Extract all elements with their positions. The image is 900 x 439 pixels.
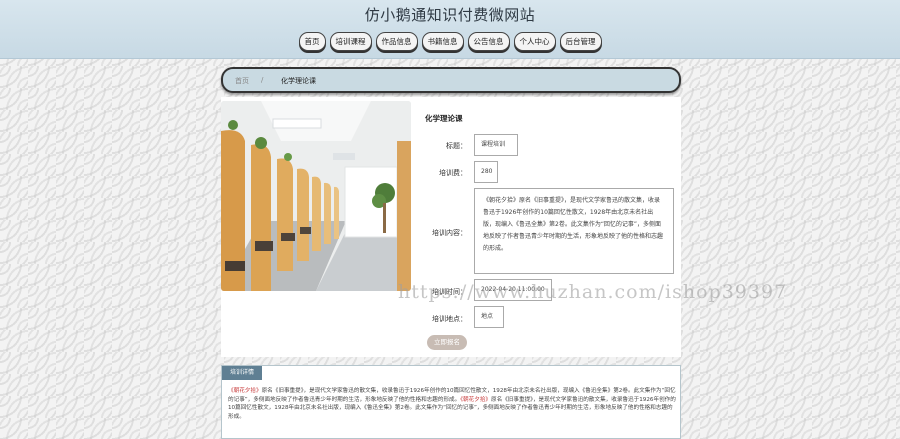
detail-accent-1: 《朝花夕拾》 bbox=[228, 388, 262, 394]
breadcrumb-current: 化学理论课 bbox=[281, 77, 316, 85]
fee-label: 培训费： bbox=[439, 169, 467, 177]
breadcrumb-separator: / bbox=[261, 76, 264, 84]
site-header: 仿小鹅通知识付费微网站 首页 培训课程 作品信息 书籍信息 公告信息 个人中心 … bbox=[0, 0, 900, 59]
nav-courses[interactable]: 培训课程 bbox=[329, 32, 372, 51]
nav-home[interactable]: 首页 bbox=[298, 32, 326, 51]
study-room-illustration bbox=[221, 101, 411, 291]
title-label: 标题： bbox=[446, 142, 467, 150]
nav-admin[interactable]: 后台管理 bbox=[559, 32, 602, 51]
nav-profile[interactable]: 个人中心 bbox=[513, 32, 556, 51]
content-label: 培训内容： bbox=[432, 229, 467, 237]
course-detail-text: 《朝花夕拾》原名《旧事重提》，是现代文学家鲁迅的散文集，收录鲁迅于1926年创作… bbox=[228, 387, 676, 421]
enroll-button[interactable]: 立即报名 bbox=[427, 335, 467, 350]
place-value: 地点 bbox=[474, 306, 504, 328]
detail-accent-2: 《朝花夕拾》 bbox=[460, 396, 492, 403]
nav-books[interactable]: 书籍信息 bbox=[421, 32, 464, 51]
title-value: 课程培训 bbox=[474, 134, 518, 156]
breadcrumb-home-link[interactable]: 首页 bbox=[235, 76, 249, 86]
place-label: 培训地点： bbox=[432, 315, 467, 323]
site-title: 仿小鹅通知识付费微网站 bbox=[364, 6, 536, 24]
course-title: 化学理论课 bbox=[425, 114, 463, 123]
watermark: https://www.huzhan.com/ishop39397 bbox=[398, 281, 788, 303]
course-image bbox=[221, 101, 411, 291]
fee-value: 280 bbox=[474, 161, 498, 183]
nav-notices[interactable]: 公告信息 bbox=[467, 32, 510, 51]
breadcrumb: 首页 / 化学理论课 bbox=[221, 67, 681, 93]
nav-works[interactable]: 作品信息 bbox=[375, 32, 418, 51]
tab-course-detail[interactable]: 培训详情 bbox=[222, 366, 263, 380]
course-card: 化学理论课 标题： 课程培训 培训费： 280 培训内容： 《朝花夕拾》原名《旧… bbox=[221, 97, 681, 357]
content-value: 《朝花夕拾》原名《旧事重提》，是现代文学家鲁迅的散文集，收录鲁迅于1926年创作… bbox=[474, 188, 674, 274]
course-detail-panel: 培训详情 《朝花夕拾》原名《旧事重提》，是现代文学家鲁迅的散文集，收录鲁迅于19… bbox=[221, 365, 681, 439]
main-nav: 首页 培训课程 作品信息 书籍信息 公告信息 个人中心 后台管理 bbox=[0, 32, 900, 51]
